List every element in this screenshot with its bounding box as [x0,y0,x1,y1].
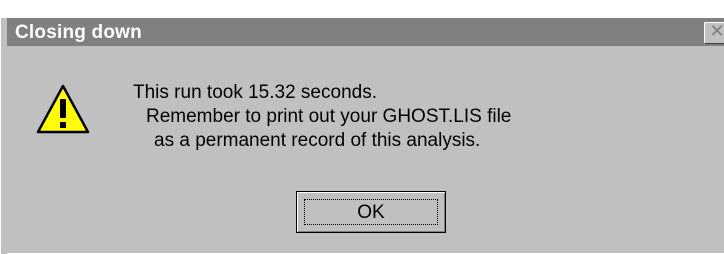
window-title: Closing down [15,22,142,43]
warning-exclamation-dot [60,122,66,128]
dialog-left-edge [1,18,7,254]
warning-exclamation-bar [60,99,66,118]
desktop-strip [1,1,724,18]
message-line-1: This run took 15.32 seconds. [133,82,377,103]
warning-icon [36,84,90,134]
closing-down-dialog: Closing down ✕ This run took 15.32 secon… [0,0,724,254]
message-line-2: Remember to print out your GHOST.LIS fil… [146,106,512,127]
close-icon: ✕ [709,21,724,42]
message-line-3: as a permanent record of this analysis. [154,130,481,151]
close-button[interactable]: ✕ [704,22,724,44]
title-bar[interactable]: Closing down ✕ [7,18,724,46]
ok-button[interactable]: OK [296,191,446,233]
message-text: This run took 15.32 seconds. Remember to… [133,81,511,153]
ok-button-label: OK [357,202,385,223]
